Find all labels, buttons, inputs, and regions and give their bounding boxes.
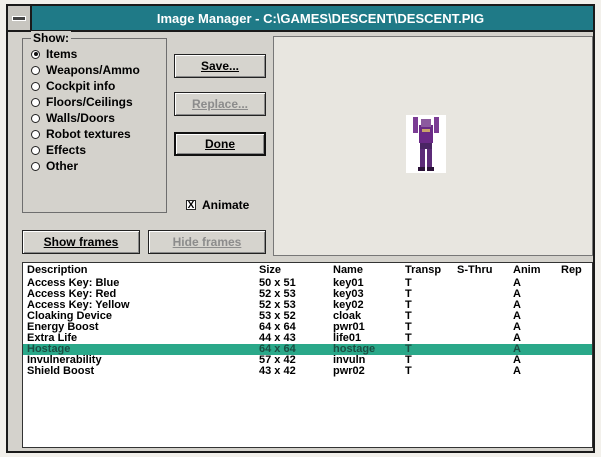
hostage-sprite-image xyxy=(406,115,446,173)
radio-button-icon[interactable] xyxy=(31,81,40,91)
image-preview-pane xyxy=(273,36,593,256)
column-header-name[interactable]: Name xyxy=(333,263,363,278)
show-group-label: Show: xyxy=(31,31,71,45)
radio-option-label: Robot textures xyxy=(46,127,131,141)
column-header-sthru[interactable]: S-Thru xyxy=(457,263,492,278)
radio-option-label: Effects xyxy=(46,143,87,157)
table-row[interactable]: Cloaking Device 53 x 52 cloak T A xyxy=(23,311,592,322)
radio-button-icon[interactable] xyxy=(31,65,40,75)
radio-button-icon[interactable] xyxy=(31,113,40,123)
column-header-description[interactable]: Description xyxy=(27,263,88,278)
hide-frames-button[interactable]: Hide frames xyxy=(148,230,266,254)
radio-option[interactable]: Weapons/Ammo xyxy=(31,63,140,77)
table-row[interactable]: Shield Boost 43 x 42 pwr02 T A xyxy=(23,366,592,377)
image-manager-window: Image Manager - C:\GAMES\DESCENT\DESCENT… xyxy=(6,4,595,453)
radio-option-label: Other xyxy=(46,159,79,173)
cell-description: Shield Boost xyxy=(27,365,95,377)
animate-checkbox[interactable]: X Animate xyxy=(186,198,249,212)
radio-option[interactable]: Items xyxy=(31,47,77,61)
cell-transp: T xyxy=(405,365,412,377)
system-menu-icon[interactable] xyxy=(8,6,32,30)
show-frames-button[interactable]: Show frames xyxy=(22,230,140,254)
cell-name: pwr02 xyxy=(333,365,365,377)
window-title: Image Manager - C:\GAMES\DESCENT\DESCENT… xyxy=(156,10,485,26)
radio-option[interactable]: Robot textures xyxy=(31,127,131,141)
radio-button-icon[interactable] xyxy=(31,49,40,59)
radio-button-icon[interactable] xyxy=(31,145,40,155)
column-header-anim[interactable]: Anim xyxy=(513,263,541,278)
radio-option-label: Cockpit info xyxy=(46,79,116,93)
table-row[interactable]: Energy Boost 64 x 64 pwr01 T A xyxy=(23,322,592,333)
cell-size: 43 x 42 xyxy=(259,365,296,377)
table-row[interactable]: Extra Life 44 x 43 life01 T A xyxy=(23,333,592,344)
image-list[interactable]: Description Size Name Transp S-Thru Anim… xyxy=(22,262,593,448)
radio-option-label: Walls/Doors xyxy=(46,111,115,125)
table-row[interactable]: Hostage 64 x 64 hostage T A xyxy=(23,344,592,355)
radio-button-icon[interactable] xyxy=(31,129,40,139)
column-header-transp[interactable]: Transp xyxy=(405,263,441,278)
radio-option-label: Weapons/Ammo xyxy=(46,63,140,77)
radio-button-icon[interactable] xyxy=(31,97,40,107)
radio-button-icon[interactable] xyxy=(31,161,40,171)
radio-option[interactable]: Other xyxy=(31,159,78,173)
replace-button[interactable]: Replace... xyxy=(174,92,266,116)
column-header-size[interactable]: Size xyxy=(259,263,281,278)
radio-option[interactable]: Effects xyxy=(31,143,86,157)
done-button[interactable]: Done xyxy=(174,132,266,156)
radio-option[interactable]: Cockpit info xyxy=(31,79,115,93)
animate-label: Animate xyxy=(202,198,250,212)
radio-option-label: Items xyxy=(46,47,78,61)
list-header: Description Size Name Transp S-Thru Anim… xyxy=(23,263,592,278)
radio-option-label: Floors/Ceilings xyxy=(46,95,133,109)
animate-checkbox-box[interactable]: X xyxy=(186,200,196,211)
save-button[interactable]: Save... xyxy=(174,54,266,78)
table-row[interactable]: Invulnerability 57 x 42 invuln T A xyxy=(23,355,592,366)
show-groupbox: Show: Items Weapons/Ammo Cockpit info Floor… xyxy=(22,31,167,213)
cell-anim: A xyxy=(513,365,521,377)
column-header-rep[interactable]: Rep xyxy=(561,263,582,278)
radio-option[interactable]: Floors/Ceilings xyxy=(31,95,133,109)
title-bar[interactable]: Image Manager - C:\GAMES\DESCENT\DESCENT… xyxy=(8,6,593,32)
radio-option[interactable]: Walls/Doors xyxy=(31,111,115,125)
